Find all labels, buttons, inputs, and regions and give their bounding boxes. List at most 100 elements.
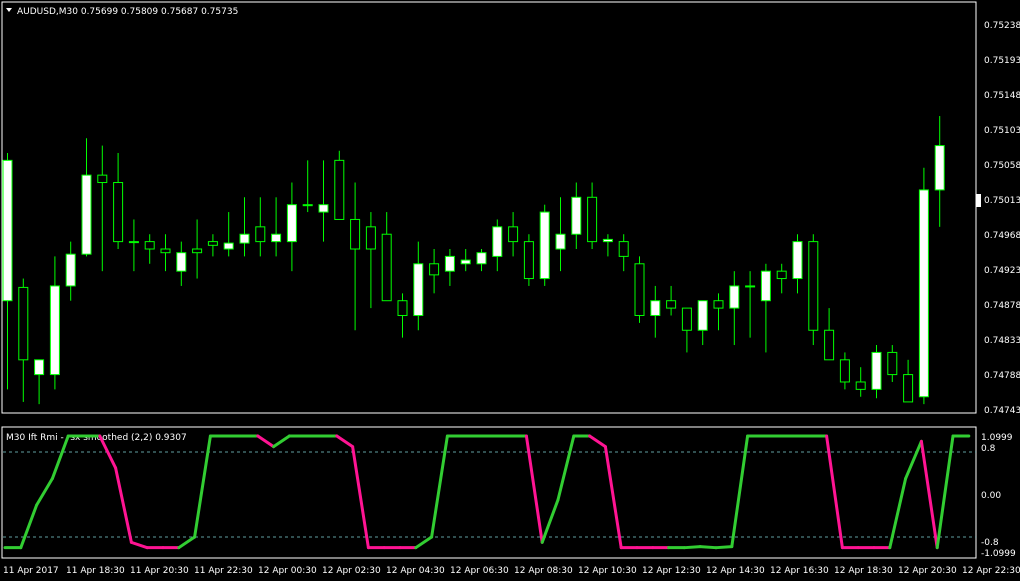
candle-body [476,252,487,265]
time-label: 12 Apr 06:30 [450,566,509,576]
time-label: 11 Apr 18:30 [66,566,125,576]
candle-body [666,300,677,309]
candle-body [318,204,329,213]
current-price-marker [976,194,981,207]
candle-body [365,226,376,250]
candle-body [903,374,914,403]
candle-body [713,300,724,309]
candle-body [334,159,345,220]
candle-body [634,263,645,316]
price-tick: 0.75058 [984,161,1020,171]
time-label: 12 Apr 16:30 [770,566,829,576]
main-panel-title: AUDUSD,M30 0.75699 0.75809 0.75687 0.757… [17,7,238,17]
candle-body [760,270,771,302]
candle-body [18,286,29,361]
indicator-segment [698,545,718,550]
candle-body [508,226,519,243]
time-label: 12 Apr 18:30 [834,566,893,576]
candle-body [34,359,45,376]
price-tick: 0.74968 [984,231,1020,241]
chart-background [0,0,1020,581]
price-tick: 0.75148 [984,91,1020,101]
candle-body [160,248,171,254]
candle-body [460,259,471,265]
candle-body [144,241,155,250]
indicator-tick: 1.0999 [981,433,1013,443]
candle-body [397,300,408,316]
candle-body [65,253,76,287]
price-tick: 0.75238 [984,21,1020,31]
candle-body [302,204,313,207]
candle-body [523,241,534,280]
candle-body [729,285,740,309]
chart-window[interactable]: AUDUSD,M30 0.75699 0.75809 0.75687 0.757… [0,0,1020,581]
time-label: 12 Apr 12:30 [642,566,701,576]
time-label: 12 Apr 08:30 [514,566,573,576]
candle-body [81,174,92,255]
candle-body [555,233,566,250]
candle-body [808,241,819,331]
candle-body [697,300,708,331]
candle-body [571,196,582,235]
time-label: 11 Apr 20:30 [130,566,189,576]
candle-body [650,300,661,316]
candle-body [381,233,392,302]
time-label: 12 Apr 20:30 [898,566,957,576]
candle-body [413,263,424,316]
candle-body [776,270,787,280]
candle-body [587,196,598,243]
candle-body [918,189,929,398]
indicator-segment [682,545,702,550]
candle-body [128,241,139,244]
candle-body [255,226,266,243]
time-label: 12 Apr 22:30 [962,566,1020,576]
time-label: 12 Apr 00:30 [258,566,317,576]
time-label: 11 Apr 22:30 [194,566,253,576]
candle-body [681,307,692,331]
candle-body [839,359,850,383]
price-tick: 0.74923 [984,266,1020,276]
price-tick: 0.74788 [984,371,1020,381]
candle-body [539,211,550,280]
candle-body [618,241,629,257]
price-tick: 0.74833 [984,336,1020,346]
time-label: 12 Apr 14:30 [706,566,765,576]
candle-body [444,255,455,272]
candle-body [223,242,234,250]
price-tick: 0.75013 [984,196,1020,206]
candle-body [492,226,503,257]
time-label: 12 Apr 10:30 [578,566,637,576]
candle-body [176,252,187,272]
time-label: 12 Apr 04:30 [386,566,445,576]
candle-body [429,263,440,276]
candle-body [871,351,882,390]
candle-body [239,233,250,244]
candle-body [350,218,361,250]
candle-body [271,233,282,243]
indicator-tick: -0.8 [981,538,999,548]
candle-body [824,329,835,361]
candle-body [792,241,803,280]
price-tick: 0.74878 [984,301,1020,311]
candle-body [2,159,13,302]
candle-body [745,285,756,288]
price-tick: 0.74743 [984,406,1020,416]
candle-body [887,351,898,376]
candle-body [113,182,124,243]
time-label: 12 Apr 02:30 [322,566,381,576]
price-tick: 0.75103 [984,126,1020,136]
candle-body [192,248,203,254]
price-tick: 0.75193 [984,56,1020,66]
candle-body [286,204,297,243]
indicator-tick: -1.0999 [981,549,1016,559]
indicator-tick: 0.8 [981,444,996,454]
candle-body [934,145,945,191]
indicator-segment [714,545,734,550]
candle-body [855,381,866,390]
indicator-tick: 0.00 [981,491,1001,501]
time-label: 11 Apr 2017 [3,566,59,576]
candle-body [97,174,108,184]
candle-body [207,241,218,246]
candle-body [49,285,60,376]
candle-body [602,238,613,243]
